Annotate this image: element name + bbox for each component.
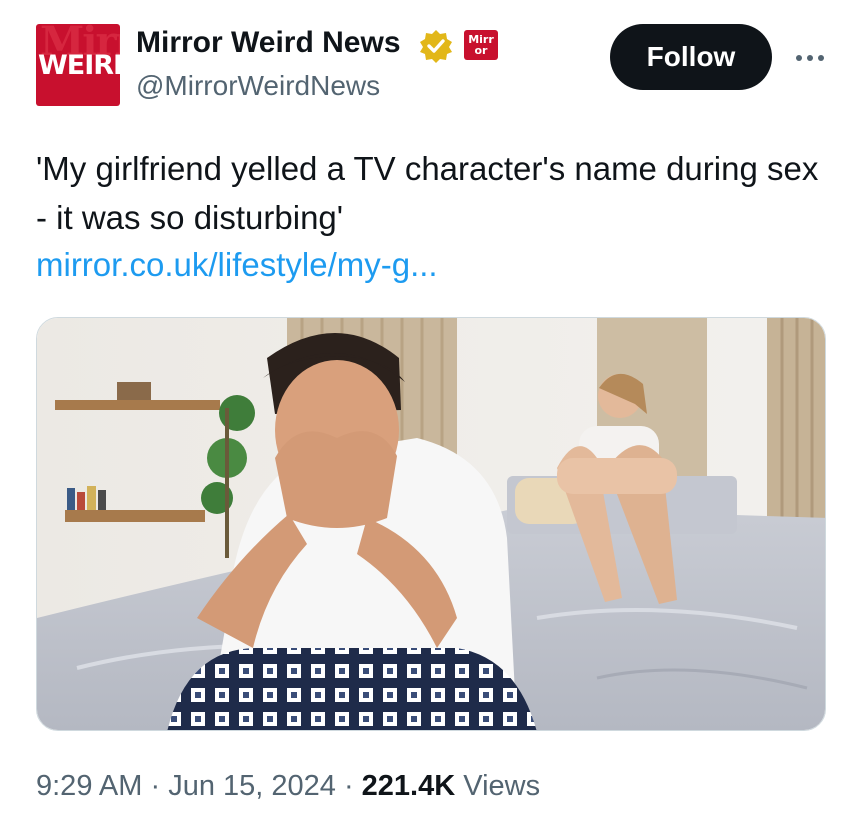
- affiliate-badge[interactable]: Mirr or: [464, 30, 498, 60]
- follow-button[interactable]: Follow: [610, 24, 772, 90]
- meta-separator: ·: [142, 770, 169, 802]
- display-name[interactable]: Mirror Weird News: [136, 26, 401, 60]
- verified-badge-icon[interactable]: [418, 28, 454, 64]
- more-dot: [818, 55, 824, 61]
- views-label: Views: [455, 770, 541, 802]
- meta-separator: ·: [335, 770, 362, 802]
- avatar[interactable]: Mirror WEIRD: [36, 24, 120, 106]
- tweet-text: 'My girlfriend yelled a TV character's n…: [36, 150, 819, 236]
- more-dot: [796, 55, 802, 61]
- tweet-time[interactable]: 9:29 AM: [36, 770, 142, 802]
- bedroom-photo: [37, 318, 825, 730]
- more-dot: [807, 55, 813, 61]
- views-count[interactable]: 221.4K: [362, 770, 456, 802]
- more-icon[interactable]: [790, 38, 830, 78]
- tweet-date[interactable]: Jun 15, 2024: [168, 770, 336, 802]
- tweet-meta: 9:29 AM · Jun 15, 2024 · 221.4K Views: [36, 770, 540, 803]
- handle[interactable]: @MirrorWeirdNews: [136, 70, 380, 102]
- tweet-link[interactable]: mirror.co.uk/lifestyle/my-g...: [36, 246, 438, 284]
- avatar-logo-text: WEIRD: [38, 50, 120, 81]
- media-image[interactable]: [36, 317, 826, 731]
